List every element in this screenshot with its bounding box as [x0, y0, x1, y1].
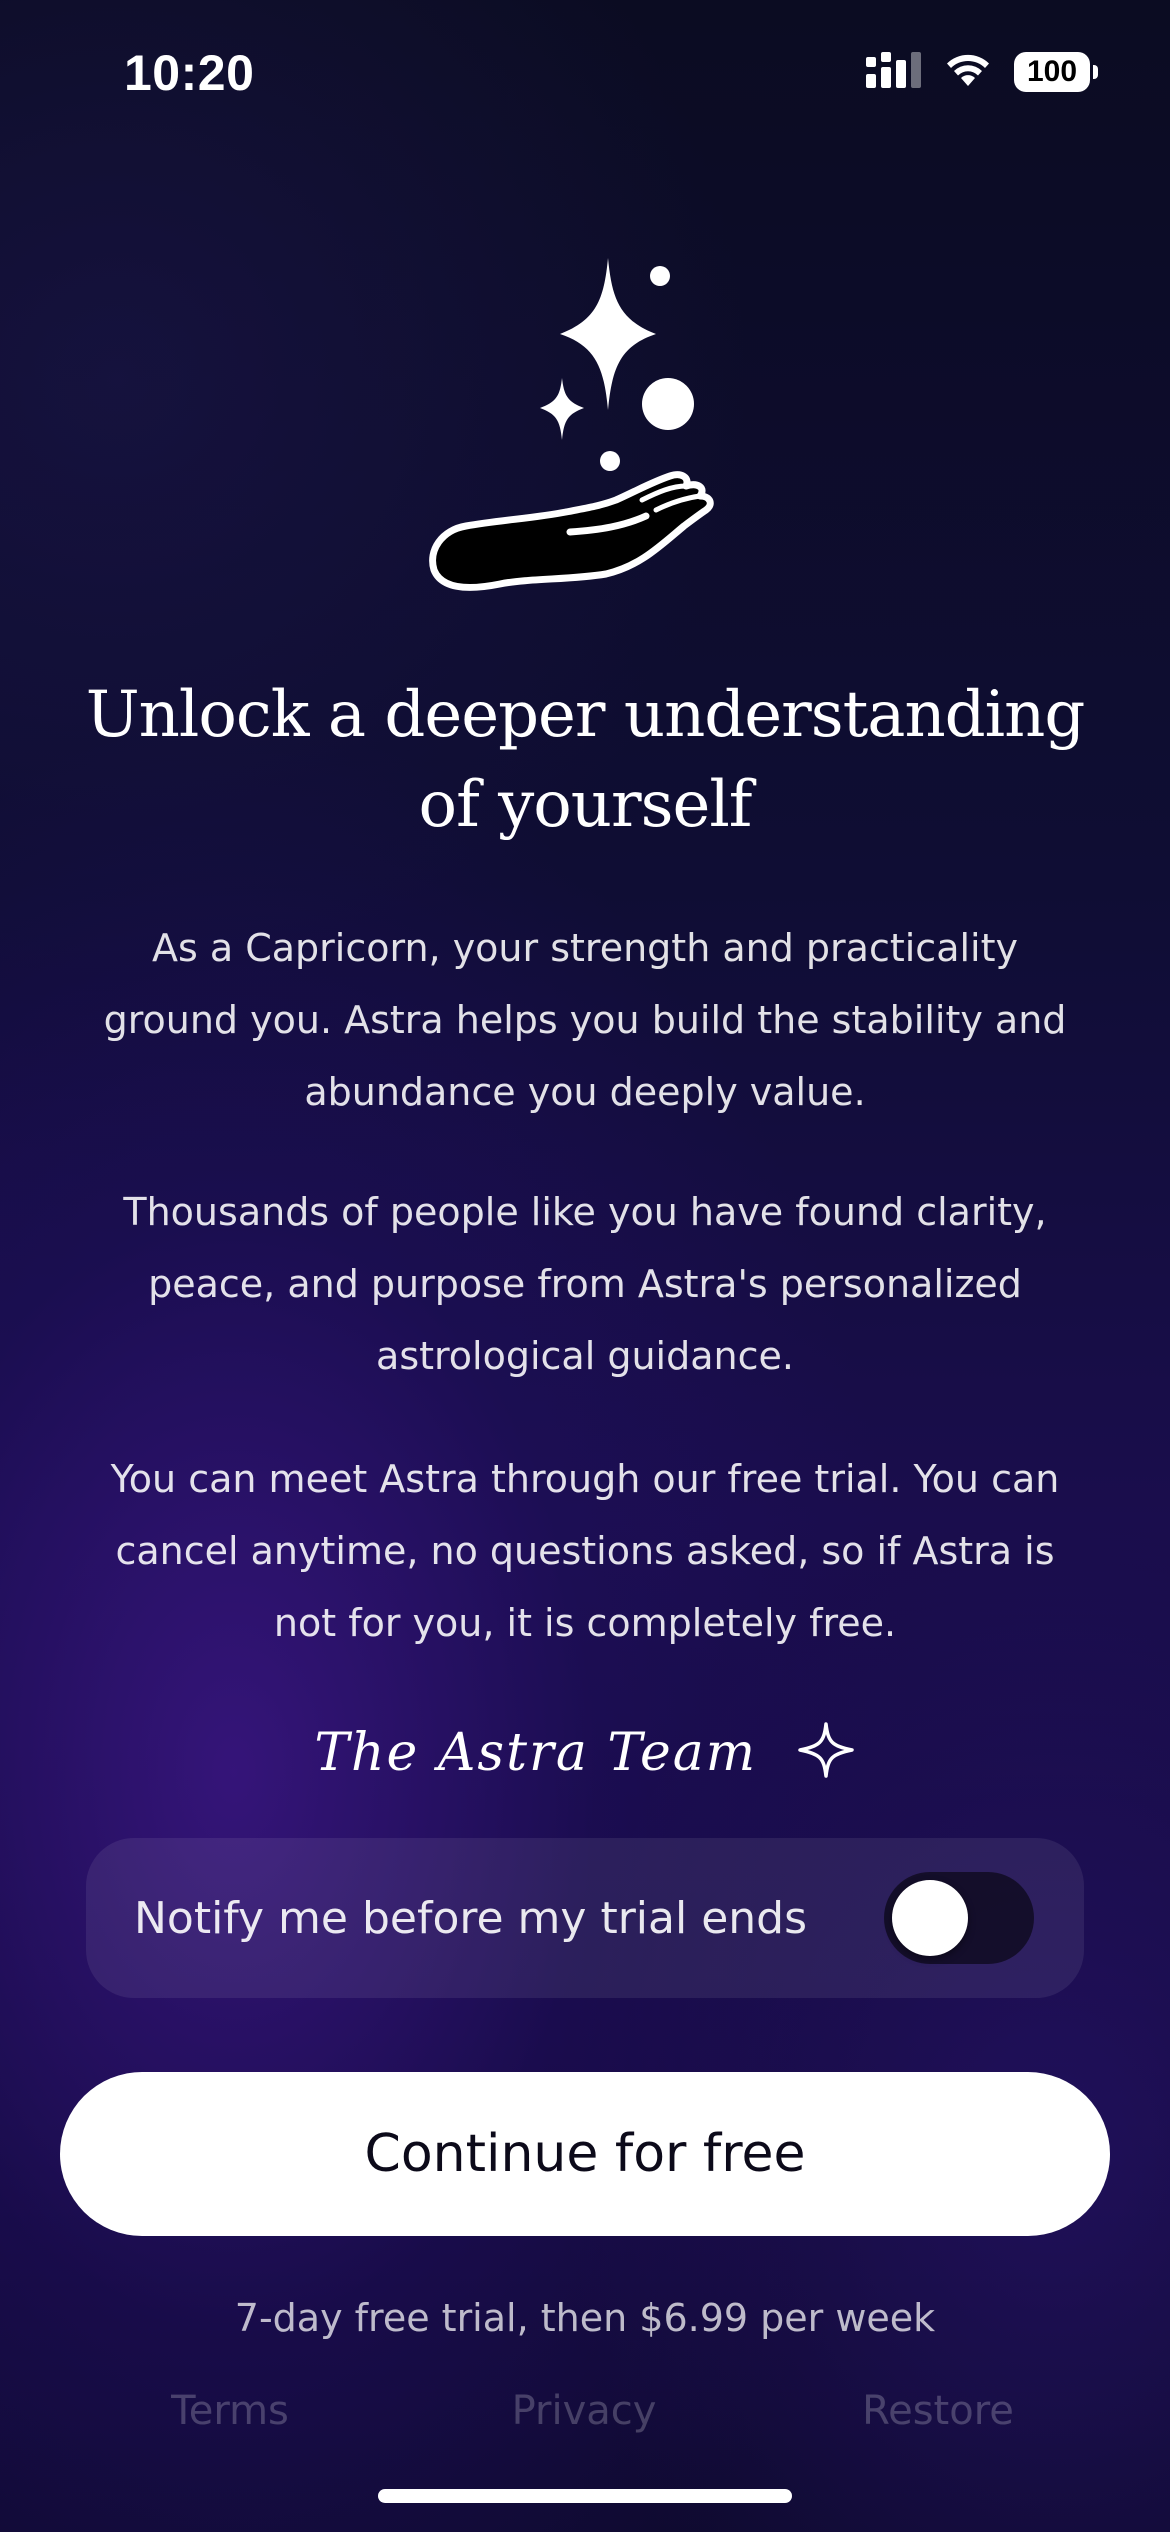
footer-links: Terms Privacy Restore — [0, 2388, 1170, 2448]
headline-line-2: of yourself — [418, 768, 753, 842]
notify-label: Notify me before my trial ends — [134, 1892, 807, 1944]
signature-text: The Astra Team — [314, 1723, 758, 1783]
headline: Unlock a deeper understanding of yoursel… — [0, 670, 1170, 850]
cellular-signal-icon — [866, 52, 922, 92]
hero-illustration — [420, 250, 750, 620]
free-trial-paragraph: You can meet Astra through our free tria… — [110, 1457, 1060, 1645]
social-proof-paragraph: Thousands of people like you have found … — [123, 1190, 1047, 1378]
privacy-link[interactable]: Privacy — [512, 2388, 657, 2434]
toggle-knob — [892, 1880, 968, 1956]
status-icons: 100 — [866, 52, 1098, 92]
headline-line-1: Unlock a deeper understanding — [85, 678, 1086, 752]
sparkle-icon — [796, 1720, 856, 1793]
paywall-screen: 10:20 100 Unlock a deeper understanding … — [0, 0, 1170, 2532]
sparkle-star-icon — [429, 258, 714, 591]
capricorn-paragraph: As a Capricorn, your strength and practi… — [103, 926, 1067, 1114]
trial-pricing-note: 7-day free trial, then $6.99 per week — [234, 2296, 936, 2340]
terms-link[interactable]: Terms — [171, 2388, 289, 2434]
home-indicator[interactable] — [378, 2489, 792, 2503]
notify-trial-end-row: Notify me before my trial ends — [86, 1838, 1084, 1998]
team-signature: The Astra Team — [0, 1720, 1170, 1793]
notify-toggle[interactable] — [884, 1872, 1034, 1964]
status-bar: 10:20 100 — [0, 0, 1170, 150]
wifi-icon — [944, 52, 992, 92]
restore-link[interactable]: Restore — [862, 2388, 1014, 2434]
open-hand-icon — [429, 471, 714, 591]
battery-icon: 100 — [1014, 52, 1098, 92]
continue-for-free-button[interactable]: Continue for free — [60, 2072, 1110, 2236]
status-time: 10:20 — [124, 45, 255, 101]
